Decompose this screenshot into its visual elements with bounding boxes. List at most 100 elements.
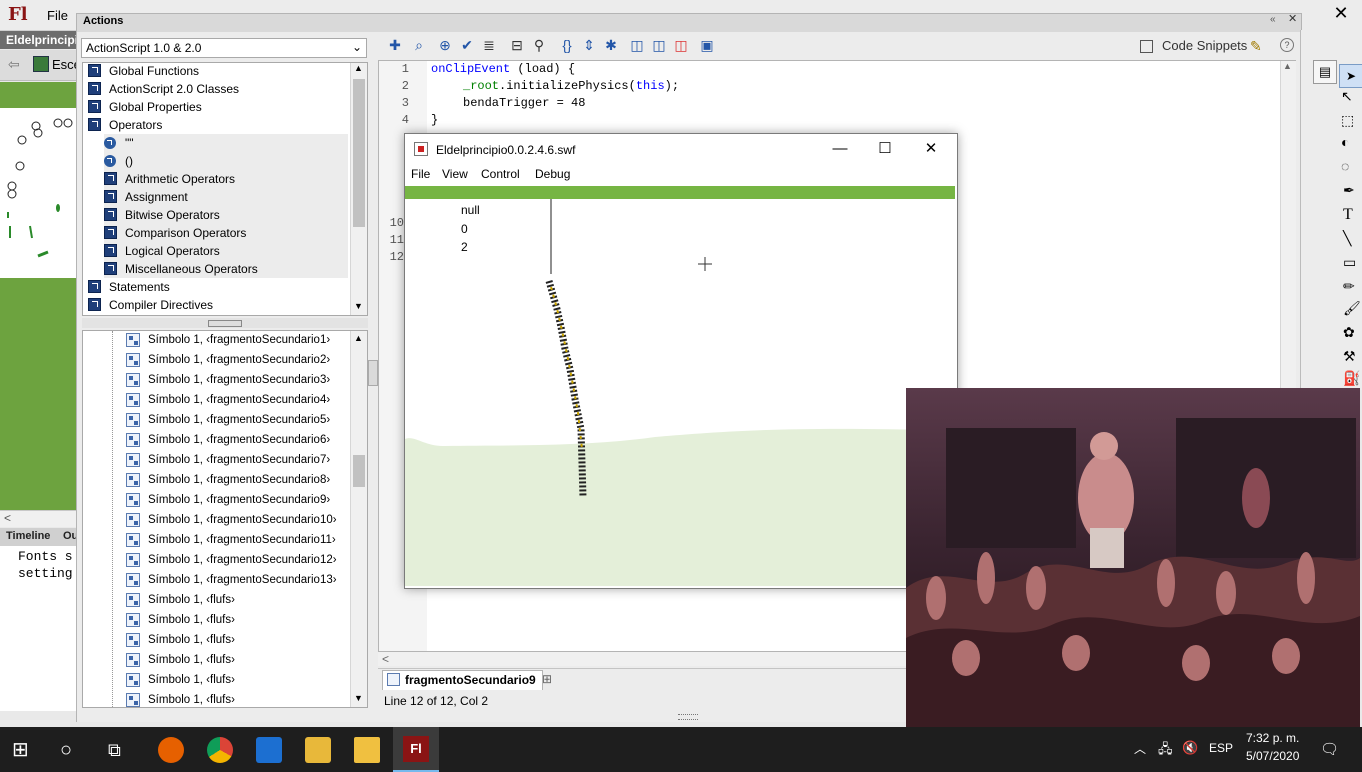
toolbox-scroll-thumb[interactable]: [353, 79, 365, 227]
scroll-down-icon[interactable]: ▼: [354, 693, 363, 703]
language-indicator[interactable]: ESP: [1209, 741, 1233, 755]
code-hint-icon[interactable]: ⊟: [508, 36, 526, 54]
pen-tool-icon[interactable]: ✒: [1343, 182, 1355, 199]
back-arrow-icon[interactable]: ⇦: [8, 56, 20, 73]
task-view-icon[interactable]: ⧉: [108, 737, 134, 763]
comment-line-icon[interactable]: ◫: [650, 36, 668, 54]
network-icon[interactable]: 🖧: [1158, 740, 1173, 762]
script-tree-item[interactable]: Símbolo 1, ‹fragmentoSecundario11›: [126, 530, 336, 550]
script-tree-item[interactable]: Símbolo 1, ‹fragmentoSecundario4›: [126, 390, 330, 410]
auto-format-icon[interactable]: ≣: [480, 36, 498, 54]
comment-block-icon[interactable]: ◫: [628, 36, 646, 54]
app-close-button[interactable]: ✕: [1320, 0, 1362, 26]
script-tree-item[interactable]: Símbolo 1, ‹flufs›: [126, 610, 235, 630]
swf-menu-file[interactable]: File: [411, 167, 430, 181]
maximize-button[interactable]: ☐: [863, 138, 907, 160]
script-tree-item[interactable]: Símbolo 1, ‹flufs›: [126, 590, 235, 610]
script-tree-item[interactable]: Símbolo 1, ‹fragmentoSecundario13›: [126, 570, 337, 590]
deco-tool-icon[interactable]: ✿: [1343, 324, 1355, 341]
tool-app-icon[interactable]: [305, 737, 331, 763]
script-tree-item[interactable]: Símbolo 1, ‹flufs›: [126, 690, 235, 710]
script-tree-item[interactable]: Símbolo 1, ‹flufs›: [126, 670, 235, 690]
remove-comment-icon[interactable]: ◫: [672, 36, 690, 54]
3d-rotation-tool-icon[interactable]: ◐: [1341, 134, 1349, 150]
script-tree-item[interactable]: Símbolo 1, ‹fragmentoSecundario6›: [126, 430, 330, 450]
script-tree-item[interactable]: Símbolo 1, ‹fragmentoSecundario12›: [126, 550, 337, 570]
script-tree-item[interactable]: Símbolo 1, ‹flufs›: [126, 630, 235, 650]
find-icon[interactable]: ⌕: [410, 36, 428, 54]
line-tool-icon[interactable]: ╲: [1343, 230, 1351, 247]
tree-scroll-thumb[interactable]: [353, 455, 365, 487]
debug-options-icon[interactable]: ⚲: [530, 36, 548, 54]
toolbox-item[interactable]: Arithmetic Operators: [104, 170, 348, 188]
video-overlay[interactable]: [906, 388, 1360, 727]
expand-all-icon[interactable]: ✱: [602, 36, 620, 54]
minimize-button[interactable]: —: [818, 138, 862, 160]
script-tree-item[interactable]: Símbolo 1, ‹fragmentoSecundario7›: [126, 450, 330, 470]
scroll-down-icon[interactable]: ▼: [354, 301, 363, 311]
toolbox-item[interactable]: Assignment: [104, 188, 348, 206]
language-select[interactable]: ActionScript 1.0 & 2.0: [81, 38, 367, 58]
toolbox-item[interactable]: Comparison Operators: [104, 224, 348, 242]
resize-grip[interactable]: [678, 714, 698, 720]
volume-muted-icon[interactable]: 🔇: [1182, 740, 1198, 756]
toolbox-item[interactable]: Bitwise Operators: [104, 206, 348, 224]
target-icon[interactable]: ⊕: [436, 36, 454, 54]
check-syntax-icon[interactable]: ✔: [458, 36, 476, 54]
help-icon[interactable]: ?: [1280, 38, 1294, 52]
notifications-icon[interactable]: 🗨: [1320, 740, 1339, 758]
chevron-down-icon[interactable]: ⌄: [352, 40, 362, 54]
free-transform-tool-icon[interactable]: ⬚: [1341, 112, 1354, 129]
toolbox-item[interactable]: Logical Operators: [104, 242, 348, 260]
toolbox-item[interactable]: (): [104, 152, 348, 170]
script-tree-item[interactable]: Símbolo 1, ‹fragmentoSecundario8›: [126, 470, 330, 490]
bone-tool-icon[interactable]: ⚒: [1343, 348, 1356, 365]
collapse-toolbox-handle[interactable]: [368, 360, 378, 386]
firefox-icon[interactable]: [158, 737, 184, 763]
collapse-icon[interactable]: «: [1270, 14, 1276, 25]
clock-time[interactable]: 7:32 p. m.: [1246, 731, 1299, 745]
swf-menu-control[interactable]: Control: [481, 167, 520, 181]
scroll-up-icon[interactable]: ▲: [354, 63, 363, 73]
swf-menu-debug[interactable]: Debug: [535, 167, 570, 181]
collapse-selection-icon[interactable]: ⇕: [580, 36, 598, 54]
close-button[interactable]: ✕: [909, 138, 953, 160]
lasso-tool-icon[interactable]: ◌: [1341, 158, 1349, 174]
selection-tool-icon[interactable]: ➤: [1339, 64, 1362, 88]
splitter-handle[interactable]: [208, 320, 242, 327]
script-tree-item[interactable]: Símbolo 1, ‹fragmentoSecundario9›: [126, 490, 330, 510]
file-explorer-icon[interactable]: [354, 737, 380, 763]
swf-menu-view[interactable]: View: [442, 167, 468, 181]
photos-icon[interactable]: [256, 737, 282, 763]
rectangle-tool-icon[interactable]: ▭: [1343, 254, 1356, 271]
tree-scrollbar[interactable]: ▲ ▼: [350, 331, 367, 707]
pin-script-icon[interactable]: ⊞: [542, 672, 552, 686]
chevron-up-icon[interactable]: ︿: [1134, 740, 1146, 757]
stage-hscrollbar[interactable]: <: [0, 510, 76, 527]
scroll-up-icon[interactable]: ▲: [354, 333, 363, 343]
clock-date[interactable]: 5/07/2020: [1246, 749, 1299, 763]
scroll-up-icon[interactable]: ▲: [1283, 61, 1292, 71]
script-tree-item[interactable]: Símbolo 1, ‹fragmentoSecundario5›: [126, 410, 330, 430]
pencil-icon[interactable]: ✎: [1250, 38, 1262, 55]
pane-splitter[interactable]: [82, 318, 368, 328]
script-tree-item[interactable]: Símbolo 1, ‹fragmentoSecundario3›: [126, 370, 330, 390]
script-tree-item[interactable]: Símbolo 1, ‹fragmentoSecundario1›: [126, 330, 330, 350]
script-tree-item[interactable]: Símbolo 1, ‹flufs›: [126, 650, 235, 670]
toolbox-scrollbar[interactable]: ▲ ▼: [350, 63, 367, 315]
panel-close-icon[interactable]: ✕: [1288, 12, 1297, 25]
collapse-braces-icon[interactable]: {}: [558, 36, 576, 54]
scroll-left-icon[interactable]: <: [382, 652, 389, 666]
text-tool-icon[interactable]: T: [1343, 206, 1353, 224]
show-toolbox-icon[interactable]: ▣: [698, 36, 716, 54]
chrome-icon[interactable]: [207, 737, 233, 763]
pencil-tool-icon[interactable]: ✏: [1343, 278, 1355, 295]
add-item-icon[interactable]: ✚: [386, 36, 404, 54]
windows-start-icon[interactable]: ⊞: [12, 737, 38, 763]
tool-options-icon[interactable]: ▤: [1313, 60, 1337, 84]
tab-timeline[interactable]: Timeline: [6, 530, 50, 542]
document-tab[interactable]: Eldelprincipi: [0, 31, 76, 49]
toolbox-item[interactable]: Miscellaneous Operators: [104, 260, 348, 278]
toolbox-item[interactable]: "": [104, 134, 348, 152]
swf-stage[interactable]: [405, 199, 955, 586]
